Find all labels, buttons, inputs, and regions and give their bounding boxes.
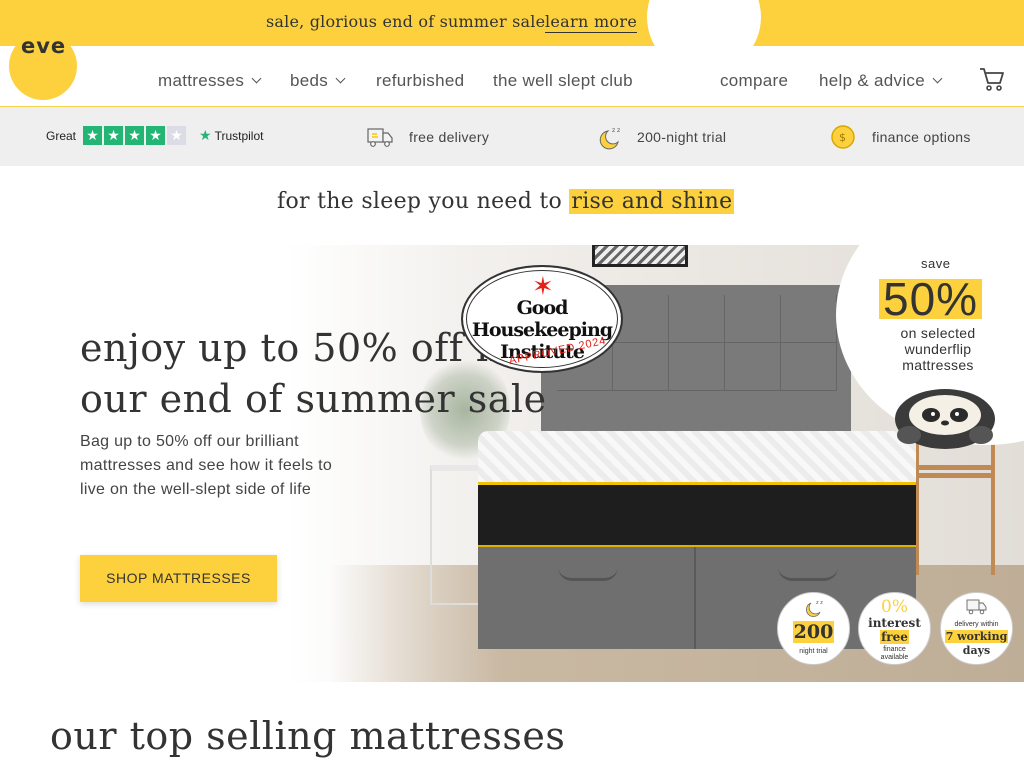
badge-highlight-row: free (859, 630, 930, 644)
promo-bar: sale, glorious end of summer sale learn … (0, 0, 1024, 46)
logo-text: eve (21, 34, 67, 58)
headboard-panel (669, 295, 725, 343)
badge-night-trial: z z 200 night trial (777, 592, 850, 665)
svg-text:$: $ (839, 131, 846, 144)
headboard-panel (725, 295, 781, 343)
badge-big: days (962, 644, 991, 657)
trust-bar: Great ★ ★ ★ ★ ★ ★ Trustpilot free deliver… (0, 107, 1024, 166)
svg-text:z z: z z (612, 127, 620, 134)
hero-body: Bag up to 50% off our brilliant mattress… (80, 433, 333, 498)
badge-highlight: free (880, 630, 909, 644)
hero-banner[interactable]: enjoy up to 50% off in our end of summer… (0, 245, 1024, 682)
chevron-down-icon (335, 73, 346, 84)
headboard-panel (669, 343, 725, 391)
badge-small: night trial (799, 648, 828, 655)
badge-highlight: 200 (792, 621, 835, 643)
promo-learn-more-link[interactable]: learn more (545, 12, 638, 33)
trustpilot-stars[interactable]: ★ ★ ★ ★ ★ (83, 126, 186, 145)
chevron-down-icon (932, 73, 943, 84)
main-nav: mattresses beds refurbished the well sle… (0, 46, 1024, 107)
badge-top: delivery within (954, 621, 999, 628)
mattress-side (478, 485, 916, 547)
badge-highlight: 7 working (944, 630, 1009, 643)
badge-delivery: delivery within 7 working days (940, 592, 1013, 665)
sloth-mascot-icon (895, 389, 995, 449)
badge-big: interest (868, 616, 921, 630)
nav-item-mattresses[interactable]: mattresses (158, 71, 262, 91)
nav-item-label: mattresses (158, 71, 245, 90)
save-sub-line: on selected (900, 325, 976, 341)
promo-text: sale, glorious end of summer sale (266, 12, 546, 31)
good-housekeeping-badge: ✶ Good Housekeeping Institute APPROVED 2… (461, 265, 623, 373)
star-icon: ★ (146, 126, 165, 145)
badge-small: finance available (880, 646, 909, 661)
eve-logo[interactable]: eve (9, 32, 77, 100)
hero-title-line: our end of summer sale (80, 377, 547, 421)
headboard-panel (613, 343, 669, 391)
trustpilot-rating-label: Great (46, 129, 77, 143)
chair-rail (919, 473, 991, 478)
cart-icon[interactable] (978, 65, 1006, 93)
badge-big: 200 (778, 621, 849, 643)
save-label: save (921, 256, 951, 271)
nav-item-beds[interactable]: beds (290, 71, 346, 91)
nav-item-label: beds (290, 71, 329, 90)
drawer-handle (558, 567, 618, 581)
moon-icon: z z (599, 127, 620, 150)
save-sub-line: mattresses (902, 357, 974, 373)
nav-item-label: the well slept club (493, 71, 633, 90)
star-icon: ★ (104, 126, 123, 145)
headboard-panel (781, 343, 837, 391)
star-empty-icon: ★ (167, 126, 186, 145)
badge-interest-free: 0% interest free finance available (858, 592, 931, 665)
moon-icon: z z (806, 600, 823, 617)
base-divider (694, 547, 696, 649)
wall-picture (592, 245, 688, 267)
usp-free-delivery: free delivery (409, 129, 490, 145)
headboard-panel (781, 295, 837, 343)
save-sub-line: wunderflip (904, 341, 972, 357)
headboard-panel (725, 343, 781, 391)
save-value: 50% (879, 276, 983, 322)
save-sub: on selected wunderflip mattresses (880, 325, 996, 373)
nav-item-help-advice[interactable]: help & advice (819, 71, 943, 91)
trustpilot-star-icon: ★ (199, 127, 212, 143)
nav-item-well-slept-club[interactable]: the well slept club (493, 71, 633, 91)
trustpilot-brand: Trustpilot (214, 129, 264, 143)
usp-night-trial: 200-night trial (637, 129, 727, 145)
tagline-highlight: rise and shine (569, 189, 735, 214)
nav-item-label: compare (720, 71, 789, 90)
truck-icon (367, 128, 393, 147)
svg-text:z z: z z (816, 600, 823, 606)
badge-highlight-row: 7 working (941, 630, 1012, 643)
usp-finance-options: finance options (872, 129, 971, 145)
side-table (430, 465, 482, 605)
coin-icon: $ (831, 125, 855, 149)
trustpilot-logo[interactable]: ★ Trustpilot (199, 127, 263, 144)
bed-base (478, 547, 916, 649)
tagline-lead: for the sleep you need to (277, 189, 563, 214)
star-icon: ★ (83, 126, 102, 145)
drawer-handle (778, 567, 838, 581)
star-icon: ★ (125, 126, 144, 145)
nav-item-label: refurbished (376, 71, 465, 90)
nav-item-compare[interactable]: compare (720, 71, 788, 91)
promo-decoration (647, 0, 761, 46)
nav-item-refurbished[interactable]: refurbished (376, 71, 464, 91)
shop-mattresses-button[interactable]: SHOP MATTRESSES (80, 555, 277, 602)
badge-top: 0% (881, 597, 908, 617)
chevron-down-icon (251, 73, 262, 84)
section-title: our top selling mattresses (50, 714, 566, 758)
tagline: for the sleep you need to rise and shine (277, 189, 735, 214)
ghi-name-line: Good Housekeeping (471, 297, 613, 341)
nav-item-label: help & advice (819, 71, 925, 90)
chair-rail (919, 465, 991, 470)
truck-icon (966, 599, 987, 615)
mattress-top (478, 431, 916, 485)
